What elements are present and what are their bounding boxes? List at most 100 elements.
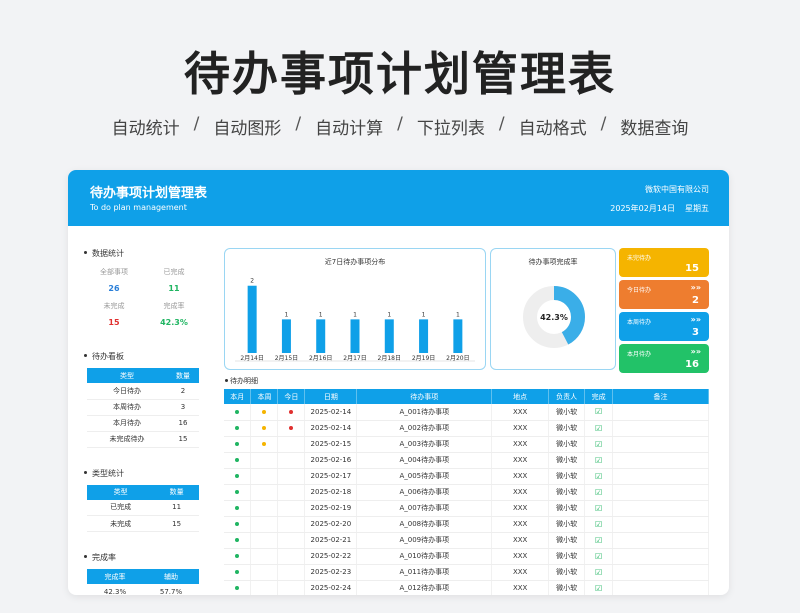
- bar: [384, 319, 394, 353]
- note-cell[interactable]: [612, 564, 709, 581]
- task-cell: A_005待办事项: [356, 468, 493, 485]
- task-cell: A_002待办事项: [356, 420, 493, 437]
- company-name: 微软中国有限公司: [645, 185, 709, 194]
- checkbox-icon[interactable]: ☑: [595, 536, 602, 545]
- note-cell[interactable]: [612, 404, 709, 421]
- note-cell[interactable]: [612, 548, 709, 565]
- place-cell: XXX: [491, 548, 550, 565]
- rate-table: 完成率 辅助 42.3% 57.7%: [87, 569, 199, 595]
- note-cell[interactable]: [612, 500, 709, 517]
- owner-cell: 微小软: [548, 452, 586, 469]
- done-cell[interactable]: ☑: [584, 452, 614, 469]
- flag-cell: [224, 500, 252, 517]
- table-row: 2025-02-22 A_010待办事项 XXX 微小软 ☑: [224, 548, 709, 565]
- date-cell: 2025-02-14: [304, 420, 358, 437]
- x-tick-label: 2月15日: [275, 355, 298, 362]
- place-cell: XXX: [491, 404, 550, 421]
- checkbox-icon[interactable]: ☑: [595, 488, 602, 497]
- note-cell[interactable]: [612, 532, 709, 549]
- card-header: 待办事项计划管理表 To do plan management 微软中国有限公司…: [68, 170, 729, 226]
- checkbox-icon[interactable]: ☑: [595, 472, 602, 481]
- done-cell[interactable]: ☑: [584, 548, 614, 565]
- table-row: 2025-02-16 A_004待办事项 XXX 微小软 ☑: [224, 452, 709, 469]
- detail-table: 本月 本周 今日 日期 待办事项 地点 负责人 完成 备注 2025-02-14 A_001待办事项…: [224, 389, 709, 595]
- column-header: 今日: [277, 389, 306, 404]
- task-cell: A_012待办事项: [356, 580, 493, 595]
- flag-cell: [277, 516, 306, 533]
- flag-cell: [224, 532, 252, 549]
- status-dot-icon: [262, 442, 267, 446]
- done-cell[interactable]: ☑: [584, 532, 614, 549]
- place-cell: XXX: [491, 580, 550, 595]
- note-cell[interactable]: [612, 436, 709, 453]
- flag-cell: [224, 468, 252, 485]
- stat-label: 全部事项: [100, 268, 128, 276]
- column-header: 辅助: [143, 569, 199, 584]
- note-cell[interactable]: [612, 484, 709, 501]
- checkbox-icon[interactable]: ☑: [595, 407, 602, 416]
- done-cell[interactable]: ☑: [584, 468, 614, 485]
- checkbox-icon[interactable]: ☑: [595, 552, 602, 561]
- stats-title: 数据统计: [84, 248, 210, 259]
- bar: [453, 319, 463, 353]
- table-cell: 42.3%: [87, 584, 143, 595]
- kpi-value: 16: [685, 359, 699, 370]
- checkbox-icon[interactable]: ☑: [595, 568, 602, 577]
- table-row: 已完成 11: [87, 499, 199, 516]
- task-cell: A_010待办事项: [356, 548, 493, 565]
- flag-cell: [224, 436, 252, 453]
- status-dot-icon: [235, 409, 240, 414]
- x-tick-label: 2月17日: [343, 355, 366, 362]
- checkbox-icon[interactable]: ☑: [595, 456, 602, 465]
- column-header: 数量: [154, 484, 199, 500]
- flag-cell: [277, 548, 306, 565]
- stat-value: 11: [168, 284, 180, 293]
- owner-cell: 微小软: [548, 468, 586, 485]
- bar-chart: 2 2月14日 1 2月15日 1 2月16日 1 2月17日 1 2月18日 1 2月19日 1 2月2…: [235, 278, 475, 362]
- note-cell[interactable]: [612, 452, 709, 469]
- note-cell[interactable]: [612, 516, 709, 533]
- done-cell[interactable]: ☑: [584, 484, 614, 501]
- status-dot-icon: [235, 474, 240, 478]
- date-cell: 2025-02-17: [304, 468, 358, 485]
- done-cell[interactable]: ☑: [584, 516, 614, 533]
- bar-value-label: 1: [387, 311, 391, 318]
- table-cell: 57.7%: [143, 584, 199, 595]
- done-cell[interactable]: ☑: [584, 580, 614, 595]
- table-cell: 本周待办: [87, 399, 167, 416]
- column-header: 日期: [304, 389, 358, 404]
- owner-cell: 微小软: [548, 564, 586, 581]
- stat-label: 未完成: [103, 302, 125, 310]
- feature-item: 下拉列表: [416, 119, 485, 139]
- done-cell[interactable]: ☑: [584, 500, 614, 517]
- flag-cell: [224, 564, 252, 581]
- checkbox-icon[interactable]: ☑: [595, 584, 602, 593]
- checkbox-icon[interactable]: ☑: [595, 520, 602, 529]
- date-cell: 2025-02-19: [304, 500, 358, 517]
- done-cell[interactable]: ☑: [584, 564, 614, 581]
- status-dot-icon: [235, 538, 240, 542]
- note-cell[interactable]: [612, 580, 709, 595]
- done-cell[interactable]: ☑: [584, 436, 614, 453]
- flag-cell: [277, 580, 306, 595]
- feature-item: 自动图形: [213, 119, 282, 139]
- flag-cell: [250, 452, 279, 469]
- kpi-card: 未完待办 15: [619, 248, 709, 277]
- flag-cell: [224, 404, 252, 421]
- note-cell[interactable]: [612, 420, 709, 437]
- table-cell: 3: [167, 399, 199, 416]
- table-row: 2025-02-23 A_011待办事项 XXX 微小软 ☑: [224, 564, 709, 581]
- note-cell[interactable]: [612, 468, 709, 485]
- done-cell[interactable]: ☑: [584, 404, 614, 421]
- checkbox-icon[interactable]: ☑: [595, 504, 602, 513]
- done-cell[interactable]: ☑: [584, 420, 614, 437]
- owner-cell: 微小软: [548, 500, 586, 517]
- table-row: 2025-02-21 A_009待办事项 XXX 微小软 ☑: [224, 532, 709, 549]
- kpi-value: 3: [692, 327, 699, 338]
- checkbox-icon[interactable]: ☑: [595, 424, 602, 433]
- status-dot-icon: [235, 458, 240, 462]
- checkbox-icon[interactable]: ☑: [595, 440, 602, 449]
- table-header-row: 类型 数量: [87, 368, 199, 383]
- feature-list: 自动统计 / 自动图形 / 自动计算 / 下拉列表 / 自动格式 / 数据查询: [0, 114, 800, 139]
- kpi-label: 未完待办: [627, 255, 652, 262]
